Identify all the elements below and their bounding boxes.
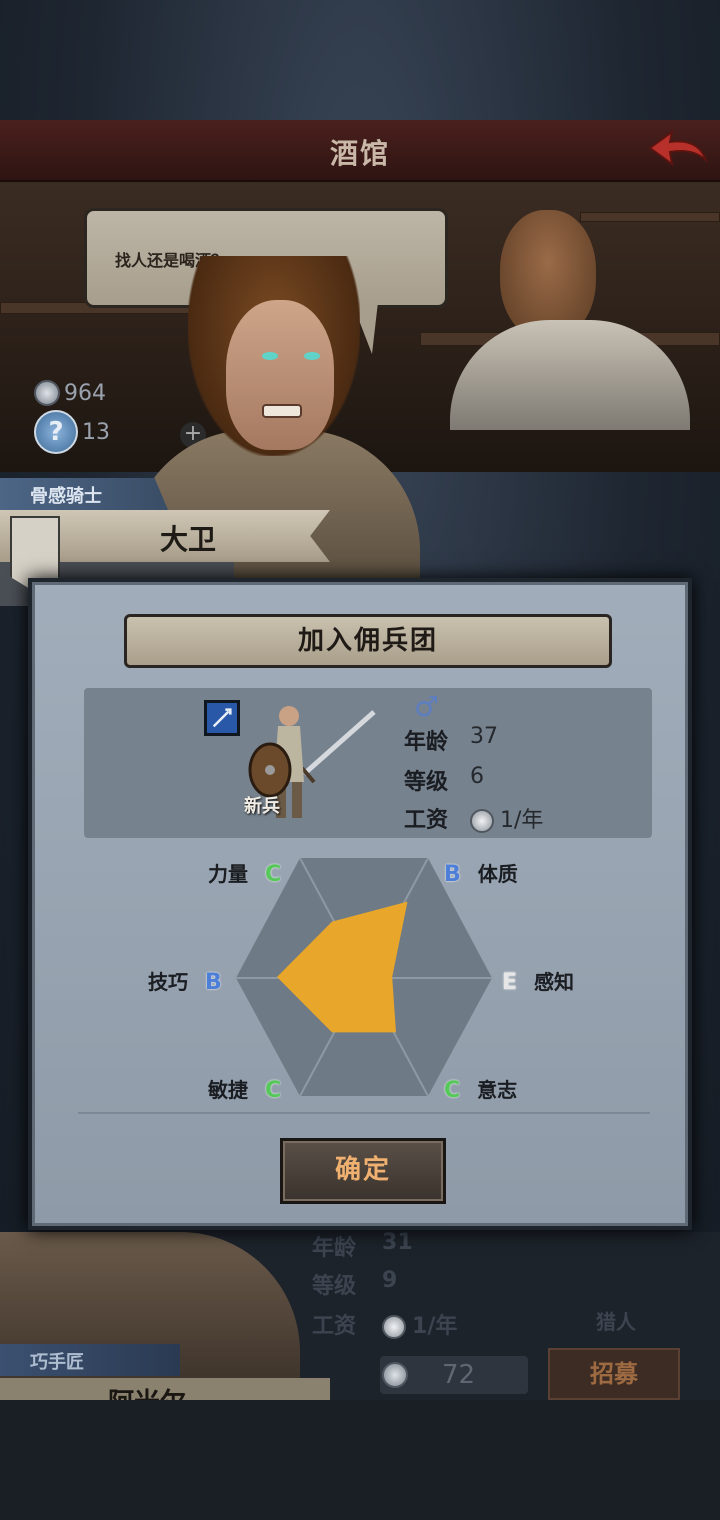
stat-row-level: 等级 6 [404,764,484,796]
back-arrow-icon[interactable] [646,126,710,174]
join-mercenary-dialog: 加入佣兵团 新兵 ♂ 年龄 37 等级 6 工资 1/年 力量 C B 体质 技… [28,578,692,1230]
attr-grade: C [444,1078,461,1103]
stat-value: 37 [470,724,499,749]
coin-icon [382,1315,407,1339]
radar-hexagon [236,857,492,1097]
coin-icon [382,1362,408,1388]
next-candidate-class: 巧手匠 [30,1352,84,1373]
next-stat-value: 9 [382,1268,398,1293]
candidate-mouth [262,404,302,418]
help-icon[interactable]: ? [34,410,78,454]
candidate-eye [304,352,320,360]
stat-value: 1/年 [500,808,544,833]
next-stat-row: 工资 1/年 [312,1308,457,1340]
stat-label: 等级 [404,770,449,795]
candidate-name: 大卫 [160,523,217,556]
next-stat-row: 等级 9 [312,1268,397,1300]
next-candidate-name-banner: 阿米尔 [0,1378,330,1400]
wage-value: 1/年 [470,802,543,834]
dialog-divider [78,1112,650,1114]
next-candidate-name: 阿米尔 [108,1382,186,1400]
tavern-screen: { "header": { "title": "酒馆" }, "dialog":… [0,0,720,1520]
dialog-title: 加入佣兵团 [124,614,612,668]
attr-grade: B [204,970,222,995]
rank-label: 新兵 [244,796,280,817]
next-wage: 1/年 [382,1308,457,1340]
token-value: 13 [82,419,110,445]
attr-label: 意志 [477,1078,518,1102]
attr-label: 力量 [208,862,248,886]
candidate-eye [262,352,278,360]
coin-counter: 964 [34,380,106,406]
stat-label: 年龄 [404,730,449,755]
attr-agility: 敏捷 C [208,1074,281,1103]
stat-row-age: 年龄 37 [404,724,498,756]
next-stat-label: 年龄 [312,1236,357,1261]
coin-icon [470,809,495,833]
next-candidate-role: 猎人 [596,1310,636,1334]
male-icon: ♂ [414,690,440,723]
recruit-info-box: 新兵 ♂ 年龄 37 等级 6 工资 1/年 [84,688,652,838]
next-stat-label: 工资 [312,1314,357,1339]
next-candidate-class-tab: 巧手匠 [0,1344,180,1376]
candidate-portrait [226,300,334,450]
token-counter: ? 13 [34,410,110,454]
page-title: 酒馆 [329,137,390,170]
attr-grade: C [264,1078,282,1103]
recruit-button[interactable]: 招募 [548,1348,680,1400]
attr-grade: B [444,862,461,887]
attr-label: 体质 [477,862,518,886]
stat-row-wage: 工资 1/年 [404,802,543,834]
attr-label: 技巧 [148,970,188,994]
next-candidate-card: 年龄 31 等级 9 工资 1/年 猎人 巧手匠 阿米尔 72 招募 [0,1232,720,1400]
attr-grade: C [264,862,282,887]
attr-grade: E [502,970,518,995]
confirm-button[interactable]: 确定 [280,1138,446,1204]
stat-label: 工资 [404,808,449,833]
candidate-class-tab: 骨感骑士 [0,478,168,510]
next-stat-value: 1/年 [412,1314,458,1339]
attr-constitution: B 体质 [444,858,518,887]
attribute-radar: 力量 C B 体质 技巧 B E 感知 敏捷 C C 意志 [32,840,696,1120]
next-stat-label: 等级 [312,1274,357,1299]
attr-label: 感知 [534,970,574,994]
coin-icon [34,380,60,406]
attr-skill: 技巧 B [148,966,222,995]
bottom-bar [0,1400,720,1520]
attr-perception: E 感知 [502,966,574,995]
recruit-price-value: 72 [442,1360,476,1390]
recruit-price: 72 [380,1356,528,1394]
attr-label: 敏捷 [208,1078,248,1102]
attr-willpower: C 意志 [444,1074,517,1103]
attr-strength: 力量 C [208,858,281,887]
candidate-class: 骨感骑士 [30,486,102,507]
next-stat-value: 31 [382,1232,413,1255]
header-bar: 酒馆 [0,120,720,182]
coin-value: 964 [64,380,106,406]
stat-value: 6 [470,764,485,789]
next-stat-row: 年龄 31 [312,1232,413,1262]
